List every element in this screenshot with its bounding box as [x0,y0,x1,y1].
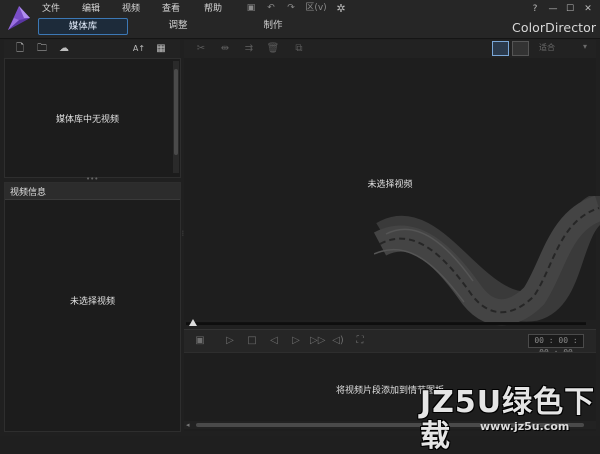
timeline-slider[interactable] [186,319,586,326]
stop-icon[interactable]: □ [246,335,258,347]
import-file-icon[interactable]: 🗋 [14,43,26,55]
video-info-title: 视频信息 [10,188,47,198]
menu-help[interactable]: 帮助 [204,3,244,17]
split-icon[interactable]: ⇹ [218,43,232,55]
app-window: 文件 编辑 视频 查看 帮助 ▣ ↶ ↷ 区(v) ✲ 媒体库 调整 制作 Co… [0,0,600,454]
fast-forward-icon[interactable]: ▷▷ [310,335,325,347]
settings-icon[interactable]: ✲ [335,3,347,14]
cut-icon[interactable]: ✂ [194,43,208,55]
media-library-panel: 媒体库中无视频 [4,58,181,178]
close-button[interactable]: ✕ [581,3,595,15]
menu-view[interactable]: 查看 [162,3,204,17]
view-grid-icon[interactable]: ▦ [152,43,170,55]
colordirector-logo-icon [8,6,30,30]
minimize-button[interactable]: — [546,3,560,15]
tab-produce[interactable]: 制作 [253,18,293,33]
watermark-url: www.jz5u.com [480,420,570,433]
library-empty-message: 媒体库中无视频 [55,115,119,125]
prev-frame-icon[interactable]: ◁ [268,335,280,347]
snapshot-icon[interactable]: ▣ [245,3,257,14]
menu-file[interactable]: 文件 [42,3,82,17]
redo-icon[interactable]: ↷ [285,3,297,14]
tab-library[interactable]: 媒体库 [38,18,128,35]
maximize-button[interactable]: ☐ [563,3,577,15]
video-info-panel: 视频信息 未选择视频 [4,182,181,432]
menu-bar: 文件 编辑 视频 查看 帮助 [42,3,244,17]
help-button[interactable]: ? [528,3,542,15]
timeline-handle[interactable] [189,319,197,326]
delete-icon[interactable]: 🗑 [266,43,280,55]
app-brand: ColorDirector [512,20,597,35]
preview-icon[interactable]: ▣ [194,335,206,347]
chevron-down-icon: ▾ [582,42,587,51]
timeline-track[interactable] [186,322,586,325]
sort-icon[interactable]: A↑ [130,43,148,55]
video-info-empty-message: 未选择视频 [69,297,115,307]
viewer-empty-message: 未选择视频 [367,180,413,190]
library-scrollbar[interactable] [173,61,179,173]
vertical-splitter-grip[interactable]: ⋮ [180,230,186,240]
split-view-button[interactable] [512,41,529,56]
library-toolbar: 🗋 🗀 ☁ A↑ ▦ [4,40,180,58]
undo-icon[interactable]: ↶ [265,3,277,14]
watermark: JZ5U绿色下载 www.jz5u.com [420,386,596,454]
scroll-left-icon[interactable]: ◂ [186,421,190,429]
fit-dropdown[interactable]: 适合 ▾ [539,42,587,54]
viewer-toolbar: ✂ ⇹ ⇉ 🗑 ⧉ [184,40,596,58]
single-view-button[interactable] [492,41,509,56]
menu-video[interactable]: 视频 [122,3,162,17]
video-info-header: 视频信息 [5,183,180,200]
compare-icon[interactable]: 区(v) [305,3,327,14]
menu-edit[interactable]: 编辑 [82,3,122,17]
next-frame-icon[interactable]: ▷ [290,335,302,347]
top-bar: 文件 编辑 视频 查看 帮助 ▣ ↶ ↷ 区(v) ✲ 媒体库 调整 制作 Co… [0,0,600,39]
tab-adjust[interactable]: 调整 [158,18,198,33]
panel-splitter-grip[interactable]: ••• [86,176,98,183]
merge-icon[interactable]: ⇉ [242,43,256,55]
snapshot-icon[interactable]: ⛶ [354,335,366,347]
play-icon[interactable]: ▷ [224,335,236,347]
volume-icon[interactable]: ◁) [332,335,344,347]
cloud-icon[interactable]: ☁ [58,43,70,55]
fullscreen-icon[interactable]: ⧉ [292,43,306,55]
library-scroll-thumb[interactable] [174,69,178,155]
import-folder-icon[interactable]: 🗀 [36,43,48,55]
fit-dropdown-label: 适合 [539,43,555,52]
timecode-display: 00 : 00 : 00 : 00 [528,334,584,357]
